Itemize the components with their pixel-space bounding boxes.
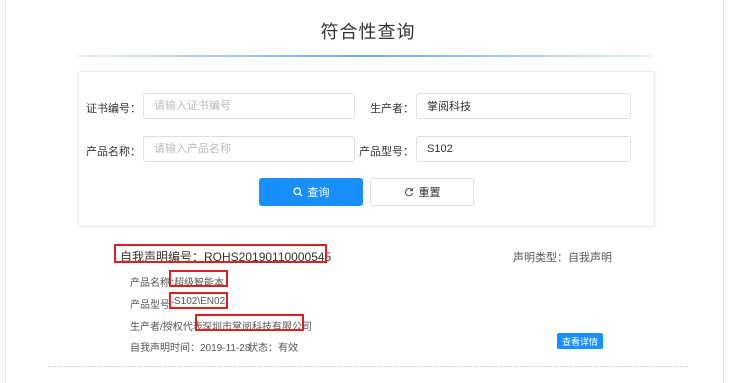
reset-button-label: 重置 <box>418 187 441 199</box>
highlight-box-product-name <box>169 270 228 287</box>
search-form-card: 证书编号： 生产者： 产品名称： 产品型号： 查询 重置 <box>78 71 655 227</box>
frame-left-border <box>5 0 6 383</box>
declaration-type: 声明类型：自我声明 <box>513 252 612 264</box>
highlight-box-product-model <box>169 292 228 309</box>
result-separator <box>48 366 688 367</box>
query-button[interactable]: 查询 <box>259 178 363 206</box>
title-divider <box>78 55 653 57</box>
highlight-box-declaration-number <box>114 244 327 263</box>
page-title: 符合性查询 <box>320 22 416 42</box>
product-model-label: 产品型号： <box>359 146 414 158</box>
product-model-input[interactable] <box>416 136 631 162</box>
frame-right-border <box>723 0 724 383</box>
status-text: 状态：有效 <box>248 343 298 354</box>
producer-label: 生产者： <box>370 103 414 115</box>
declaration-time: 自我声明时间：2019-11-28 <box>130 343 251 354</box>
highlight-box-producer <box>195 314 304 331</box>
producer-input[interactable] <box>416 93 631 119</box>
cert-no-label: 证书编号： <box>86 103 141 115</box>
view-details-button[interactable]: 查看详情 <box>557 333 603 349</box>
result-item: 自我声明编号：ROHS20190110000545 声明类型：自我声明 产品名称… <box>78 240 653 360</box>
refresh-icon <box>404 187 414 197</box>
product-name-input[interactable] <box>143 136 355 162</box>
search-icon <box>292 187 303 197</box>
reset-button[interactable]: 重置 <box>370 178 474 206</box>
query-button-label: 查询 <box>307 187 330 199</box>
product-name-label: 产品名称： <box>86 146 141 158</box>
cert-no-input[interactable] <box>143 93 355 119</box>
